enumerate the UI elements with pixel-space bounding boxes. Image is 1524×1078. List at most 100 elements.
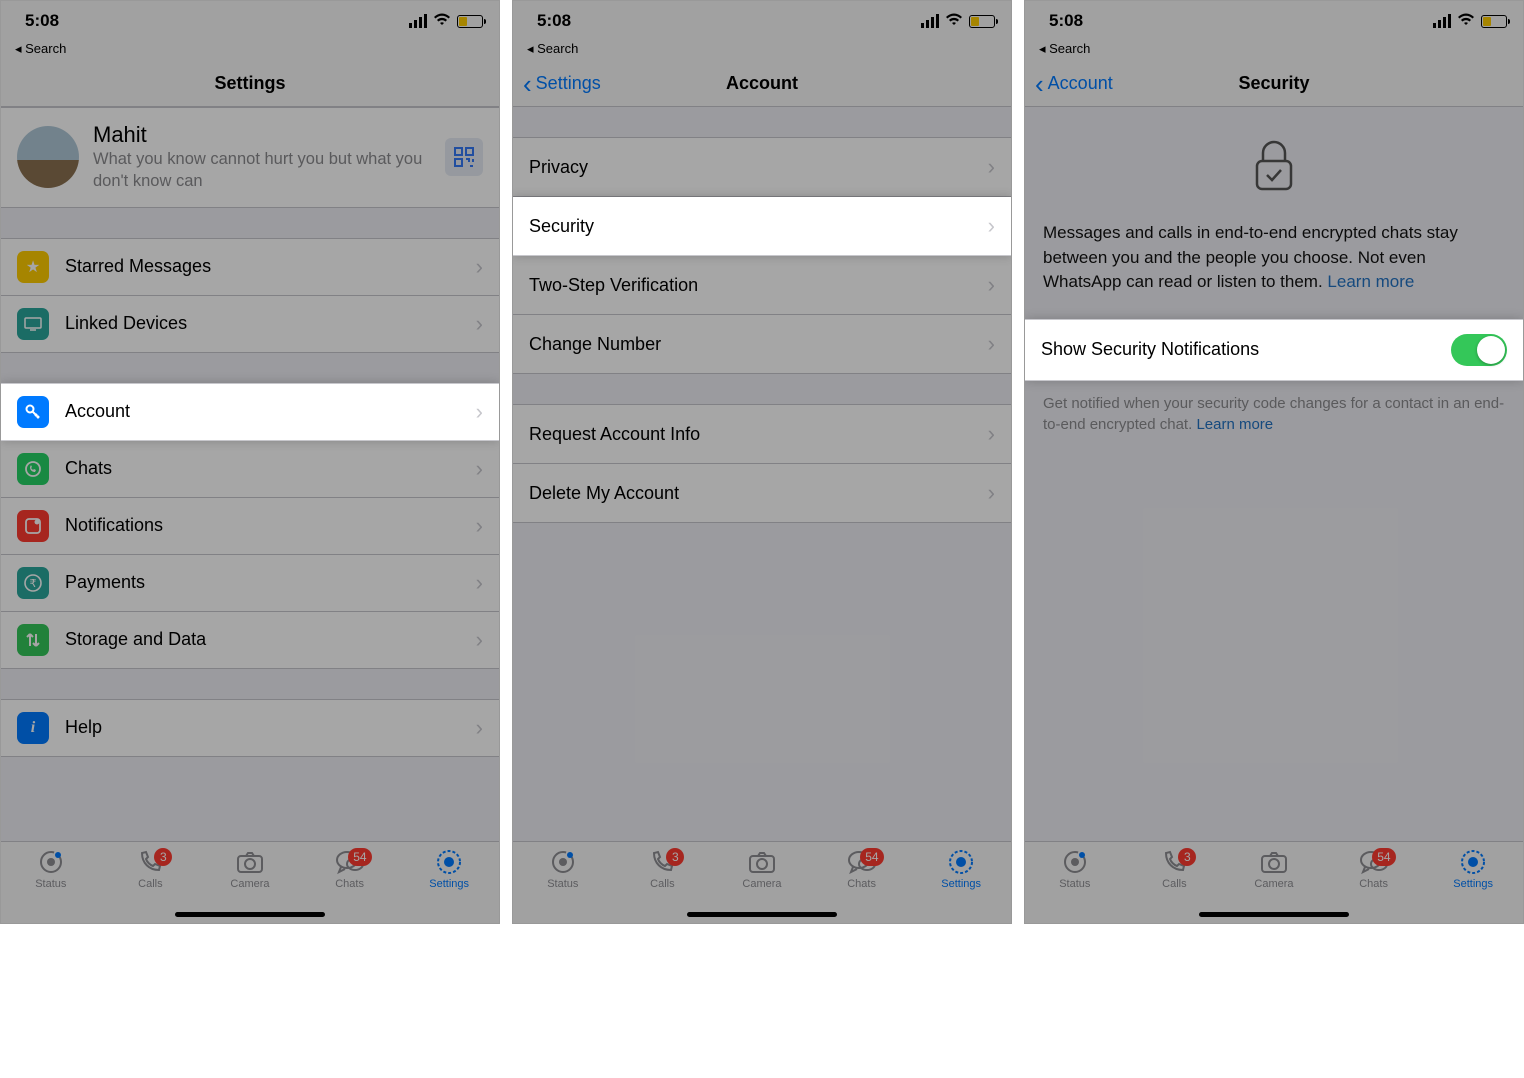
home-indicator[interactable] <box>175 912 325 917</box>
row-help[interactable]: i Help › <box>1 699 499 757</box>
page-title: Settings <box>1 73 499 94</box>
back-to-search[interactable]: ◂ Search <box>1025 41 1523 61</box>
chevron-right-icon: › <box>476 456 483 482</box>
screen-settings: 5:08 ◂ Search Settings Mahit What you kn… <box>0 0 500 924</box>
row-privacy[interactable]: Privacy › <box>513 137 1011 197</box>
chevron-right-icon: › <box>476 254 483 280</box>
chevron-right-icon: › <box>476 627 483 653</box>
chevron-right-icon: › <box>476 399 483 425</box>
star-icon: ★ <box>17 251 49 283</box>
storage-icon <box>17 624 49 656</box>
row-linked-devices[interactable]: Linked Devices › <box>1 296 499 353</box>
profile-status: What you know cannot hurt you but what y… <box>93 148 431 193</box>
group-account-info: Request Account Info › Delete My Account… <box>513 404 1011 523</box>
chevron-right-icon: › <box>988 213 995 239</box>
status-time: 5:08 <box>25 11 59 31</box>
camera-icon <box>748 848 776 876</box>
info-icon: i <box>17 712 49 744</box>
row-request-info[interactable]: Request Account Info › <box>513 404 1011 464</box>
row-chats[interactable]: Chats › <box>1 441 499 498</box>
chats-badge: 54 <box>860 848 883 866</box>
tab-bar: Status 3Calls Camera 54Chats Settings <box>513 841 1011 923</box>
learn-more-link[interactable]: Learn more <box>1196 416 1273 433</box>
status-bar: 5:08 <box>1 1 499 41</box>
chats-badge: 54 <box>348 848 371 866</box>
row-two-step[interactable]: Two-Step Verification › <box>513 256 1011 315</box>
avatar <box>17 126 79 188</box>
group-account-main: Privacy › Security › Two-Step Verificati… <box>513 137 1011 374</box>
tab-status[interactable]: Status <box>513 848 613 923</box>
tab-bar: Status 3Calls Camera 54Chats Settings <box>1025 841 1523 923</box>
status-bar: 5:08 <box>513 1 1011 41</box>
row-starred-messages[interactable]: ★ Starred Messages › <box>1 238 499 296</box>
devices-icon <box>17 308 49 340</box>
group-account-etc: Account › Chats › Notifications › ₹ <box>1 383 499 669</box>
chats-badge: 54 <box>1372 848 1395 866</box>
lock-icon <box>1251 137 1297 193</box>
status-time: 5:08 <box>537 11 571 31</box>
row-storage[interactable]: Storage and Data › <box>1 612 499 669</box>
chevron-right-icon: › <box>988 272 995 298</box>
group-starred-linked: ★ Starred Messages › Linked Devices › <box>1 238 499 353</box>
row-security[interactable]: Security › <box>513 197 1011 256</box>
row-delete-account[interactable]: Delete My Account › <box>513 464 1011 523</box>
chevron-right-icon: › <box>476 311 483 337</box>
chevron-right-icon: › <box>988 154 995 180</box>
status-icon <box>1062 848 1088 876</box>
security-description: Messages and calls in end-to-end encrypt… <box>1025 213 1523 319</box>
row-change-number[interactable]: Change Number › <box>513 315 1011 374</box>
calls-badge: 3 <box>1178 848 1196 866</box>
settings-icon <box>436 848 462 876</box>
wifi-icon <box>1457 11 1475 31</box>
profile-row[interactable]: Mahit What you know cannot hurt you but … <box>1 107 499 208</box>
calls-badge: 3 <box>666 848 684 866</box>
page-title: Account <box>513 73 1011 94</box>
calls-badge: 3 <box>154 848 172 866</box>
home-indicator[interactable] <box>687 912 837 917</box>
toggle-switch-on[interactable] <box>1451 334 1507 366</box>
key-icon <box>17 396 49 428</box>
chevron-right-icon: › <box>988 480 995 506</box>
row-show-security-notifications[interactable]: Show Security Notifications <box>1025 319 1523 381</box>
row-account[interactable]: Account › <box>1 383 499 441</box>
whatsapp-icon <box>17 453 49 485</box>
status-icons <box>921 11 995 31</box>
back-to-search[interactable]: ◂ Search <box>1 41 499 61</box>
status-icons <box>1433 11 1507 31</box>
tab-settings[interactable]: Settings <box>1423 848 1523 923</box>
nav-bar: Settings <box>1 61 499 107</box>
tab-settings[interactable]: Settings <box>911 848 1011 923</box>
content: Messages and calls in end-to-end encrypt… <box>1025 107 1523 841</box>
page-title: Security <box>1025 73 1523 94</box>
nav-bar: ‹ Account Security <box>1025 61 1523 107</box>
screen-account: 5:08 ◂ Search ‹ Settings Account Privacy… <box>512 0 1012 924</box>
security-header <box>1025 107 1523 213</box>
tab-status[interactable]: Status <box>1025 848 1125 923</box>
chevron-right-icon: › <box>476 715 483 741</box>
row-payments[interactable]: ₹ Payments › <box>1 555 499 612</box>
notifications-icon <box>17 510 49 542</box>
content: Mahit What you know cannot hurt you but … <box>1 107 499 841</box>
battery-icon <box>969 15 995 28</box>
row-notifications[interactable]: Notifications › <box>1 498 499 555</box>
status-icon <box>38 848 64 876</box>
group-help: i Help › <box>1 699 499 757</box>
status-icon <box>550 848 576 876</box>
profile-name: Mahit <box>93 122 431 148</box>
cellular-icon <box>1433 14 1451 28</box>
tab-bar: Status 3 Calls Camera 54 Chats Settings <box>1 841 499 923</box>
chevron-right-icon: › <box>476 570 483 596</box>
cellular-icon <box>921 14 939 28</box>
tab-settings[interactable]: Settings <box>399 848 499 923</box>
home-indicator[interactable] <box>1199 912 1349 917</box>
qr-code-button[interactable] <box>445 138 483 176</box>
learn-more-link[interactable]: Learn more <box>1327 272 1414 291</box>
tab-status[interactable]: Status <box>1 848 101 923</box>
wifi-icon <box>433 11 451 31</box>
settings-icon <box>948 848 974 876</box>
settings-icon <box>1460 848 1486 876</box>
status-time: 5:08 <box>1049 11 1083 31</box>
back-to-search[interactable]: ◂ Search <box>513 41 1011 61</box>
battery-icon <box>1481 15 1507 28</box>
camera-icon <box>236 848 264 876</box>
